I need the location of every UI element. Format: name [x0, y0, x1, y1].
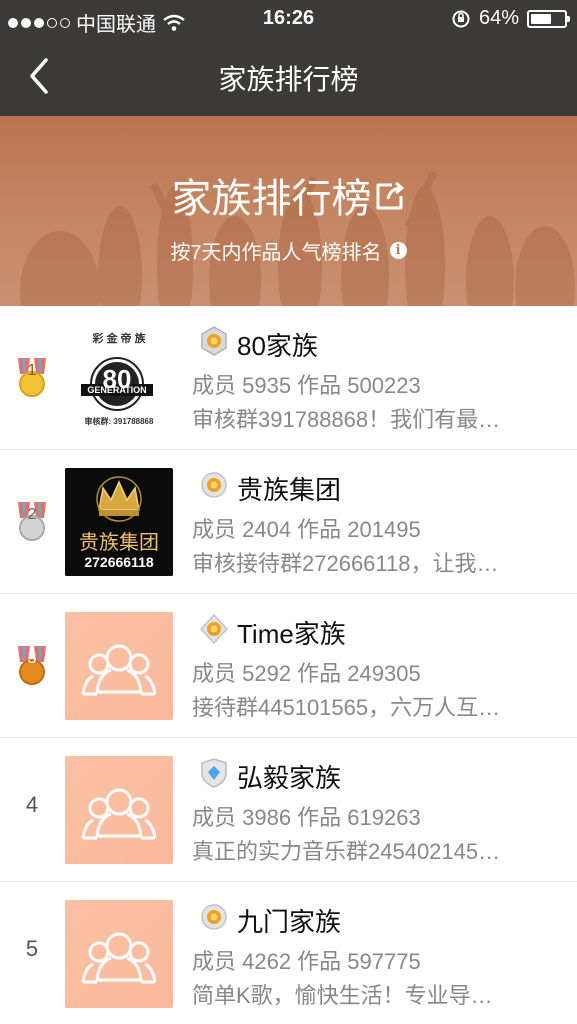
family-name: 弘毅家族: [237, 763, 342, 793]
rotation-lock-icon: [452, 10, 470, 27]
rank-number: 3: [27, 650, 37, 667]
rank-number: 5: [25, 936, 39, 961]
gold-family-badge-icon: [201, 472, 227, 498]
family-row-4[interactable]: 4 弘毅家族 成员 3986 作品 619263 真正的实力音乐群2454021…: [0, 738, 577, 882]
family-row-1[interactable]: 1 彩 金 帝 族 80 GENERATION 审核群: 391788868 8…: [0, 306, 577, 450]
battery-icon: [527, 9, 570, 28]
guizu-logo-name: 贵族集团: [79, 532, 159, 554]
family-stats: 成员 5292 作品 249305: [192, 661, 421, 686]
family-row-5[interactable]: 5 九门家族 成员 4262 作品 597775 简单K歌，愉快生活！专业导…: [0, 882, 577, 1024]
family-stats: 成员 3986 作品 619263: [192, 805, 421, 830]
rank-number: 4: [25, 792, 39, 817]
rank-number: 1: [27, 362, 37, 379]
family-stats: 成员 4262 作品 597775: [192, 949, 421, 974]
share-icon[interactable]: [372, 180, 406, 214]
family-description: 真正的实力音乐群245402145…: [192, 839, 501, 864]
family-description: 审核接待群272666118，让我…: [192, 551, 499, 576]
family-avatar-placeholder: [65, 900, 173, 1008]
family-avatar-placeholder: [65, 756, 173, 864]
family-description: 接待群445101565，六万人互…: [192, 695, 501, 720]
family-avatar-guizu: 贵族集团 272666118: [65, 468, 173, 576]
family-name: Time家族: [237, 619, 346, 649]
family-description: 简单K歌，愉快生活！专业导…: [192, 983, 493, 1008]
group-placeholder-icon: [81, 932, 157, 984]
logo-80-qq: 审核群: 391788868: [84, 417, 154, 426]
family-row-3[interactable]: 3 Time家族 成员 5292 作品 249305 接待群445101565，…: [0, 594, 577, 738]
ranking-banner: 家族排行榜 按7天内作品人气榜排名 i: [0, 116, 577, 306]
battery-percent: 64%: [478, 7, 519, 29]
family-description: 审核群391788868！我们有最…: [192, 407, 501, 432]
nav-bar: 家族排行榜: [0, 38, 577, 116]
banner-title-text: 家族排行榜: [171, 177, 372, 221]
family-row-2[interactable]: 2 贵族集团 272666118 贵族集团 成员 2404 作品 201495 …: [0, 450, 577, 594]
group-placeholder-icon: [81, 788, 157, 840]
gold-family-badge-icon: [201, 904, 227, 930]
gold-family-badge-icon: [201, 326, 227, 356]
battery-group: 64%: [451, 7, 570, 30]
family-avatar-80: 彩 金 帝 族 80 GENERATION 审核群: 391788868: [65, 324, 173, 432]
banner-subtitle-text: 按7天内作品人气榜排名: [170, 242, 382, 264]
logo-80-banner: GENERATION: [87, 385, 147, 395]
logo-80-top-text: 彩 金 帝 族: [92, 333, 146, 345]
family-stats: 成员 5935 作品 500223: [192, 373, 421, 398]
guizu-logo-number: 272666118: [84, 554, 154, 570]
family-stats: 成员 2404 作品 201495: [192, 517, 421, 542]
banner-subtitle: 按7天内作品人气榜排名 i: [0, 236, 577, 265]
page-title: 家族排行榜: [218, 64, 359, 95]
family-name: 九门家族: [237, 907, 342, 937]
family-name: 贵族集团: [237, 475, 342, 505]
info-icon[interactable]: i: [389, 242, 407, 259]
status-bar: 中国联通 16:26 64%: [0, 0, 577, 38]
family-ranking-list: 1 彩 金 帝 族 80 GENERATION 审核群: 391788868 8…: [0, 306, 577, 1024]
group-placeholder-icon: [81, 644, 157, 696]
family-name: 80家族: [237, 331, 318, 361]
rank-number: 2: [27, 506, 37, 523]
family-avatar-placeholder: [65, 612, 173, 720]
blue-shield-badge-icon: [201, 758, 227, 788]
banner-title: 家族排行榜: [0, 166, 577, 224]
gold-family-badge-icon: [200, 614, 228, 644]
